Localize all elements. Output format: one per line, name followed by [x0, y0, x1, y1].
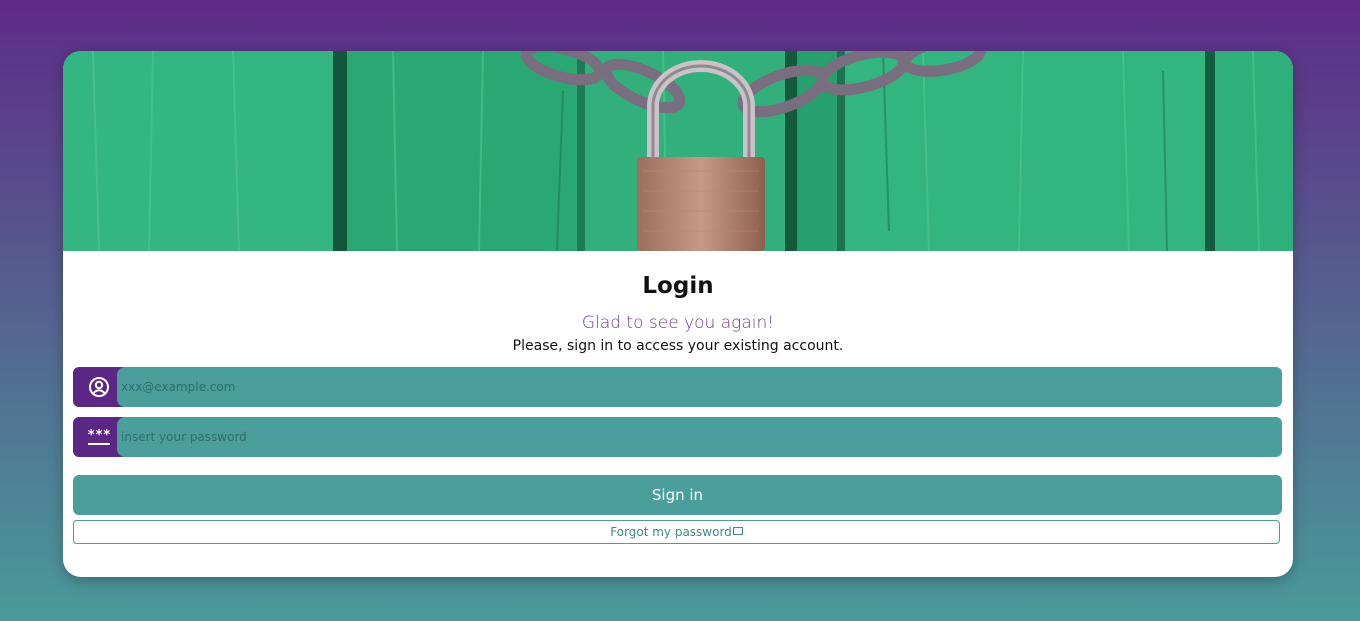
login-card: Login Glad to see you again! Please, sig… [63, 51, 1293, 577]
welcome-subtitle: Glad to see you again! [581, 313, 775, 333]
password-icon-underline [87, 442, 110, 445]
mail-icon [732, 527, 743, 535]
email-field-group [73, 367, 1282, 407]
forgot-password-label: Forgot my password [610, 525, 732, 539]
password-icon-glyph: *** [87, 427, 111, 443]
sign-in-button[interactable]: Sign in [73, 475, 1282, 515]
page-title: Login [642, 273, 714, 299]
password-input[interactable] [121, 417, 1271, 457]
hero-image [63, 51, 1293, 251]
user-circle-icon [89, 377, 109, 397]
email-input[interactable] [121, 367, 1271, 407]
password-asterisks-icon: *** [87, 427, 111, 445]
forgot-password-button[interactable]: Forgot my password [73, 520, 1280, 544]
page-description: Please, sign in to access your existing … [512, 338, 844, 354]
password-field-group: *** [73, 417, 1282, 457]
padlock-chain-image [63, 51, 1293, 251]
